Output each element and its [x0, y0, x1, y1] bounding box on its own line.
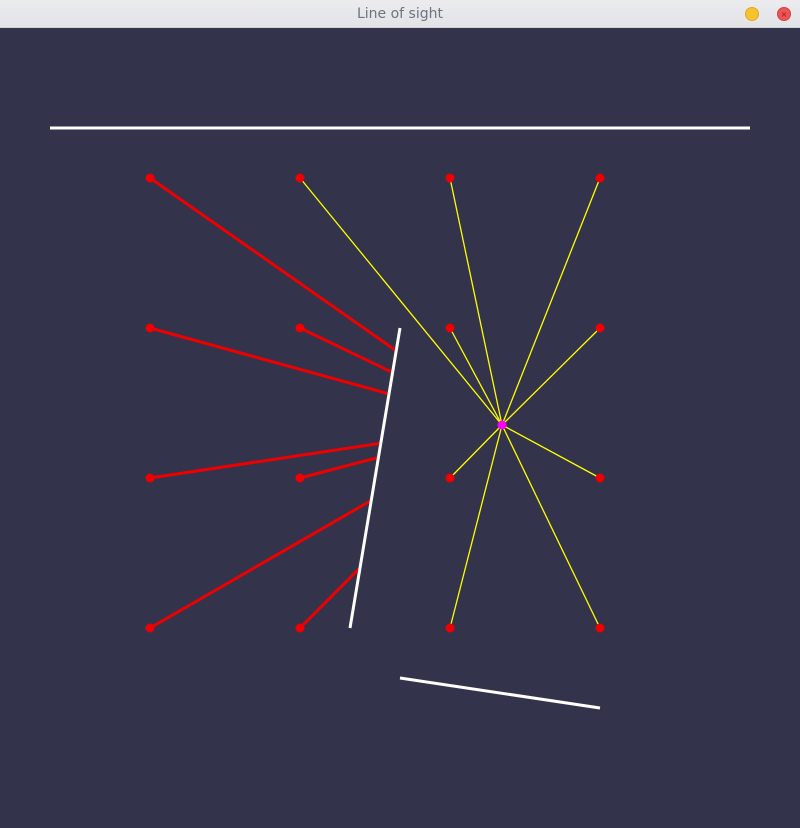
target-point — [595, 173, 605, 183]
viewer-point — [497, 420, 507, 430]
visible-ray — [501, 424, 601, 629]
blocked-ray — [149, 499, 373, 630]
visible-ray — [449, 424, 503, 629]
blocked-ray — [149, 176, 398, 352]
wall-segment — [348, 327, 402, 629]
target-point — [595, 473, 605, 483]
visible-ray — [299, 177, 503, 426]
blocked-ray — [299, 326, 394, 374]
blocked-ray — [299, 455, 379, 480]
title-bar[interactable]: Line of sight — [0, 0, 800, 28]
visible-ray — [501, 177, 601, 426]
target-point — [145, 473, 155, 483]
target-point — [445, 173, 455, 183]
target-point — [595, 323, 605, 333]
target-point — [445, 323, 455, 333]
target-point — [295, 623, 305, 633]
scene-svg — [50, 126, 750, 710]
target-point — [595, 623, 605, 633]
blocked-ray — [149, 441, 382, 480]
target-point — [145, 323, 155, 333]
visible-ray — [449, 327, 503, 426]
line-of-sight-canvas[interactable] — [0, 28, 800, 828]
close-icon[interactable] — [777, 7, 791, 21]
visible-ray — [501, 327, 601, 426]
app-window: Line of sight — [0, 0, 800, 828]
target-point — [295, 323, 305, 333]
target-point — [145, 623, 155, 633]
target-point — [445, 473, 455, 483]
window-title: Line of sight — [356, 6, 443, 22]
target-point — [295, 473, 305, 483]
wall-segment — [399, 676, 601, 710]
target-point — [295, 173, 305, 183]
minimize-icon[interactable] — [745, 7, 759, 21]
target-point — [445, 623, 455, 633]
target-point — [145, 173, 155, 183]
blocked-ray — [149, 326, 390, 396]
visible-ray — [449, 177, 503, 426]
visible-ray — [501, 424, 601, 479]
visible-ray — [449, 424, 503, 479]
